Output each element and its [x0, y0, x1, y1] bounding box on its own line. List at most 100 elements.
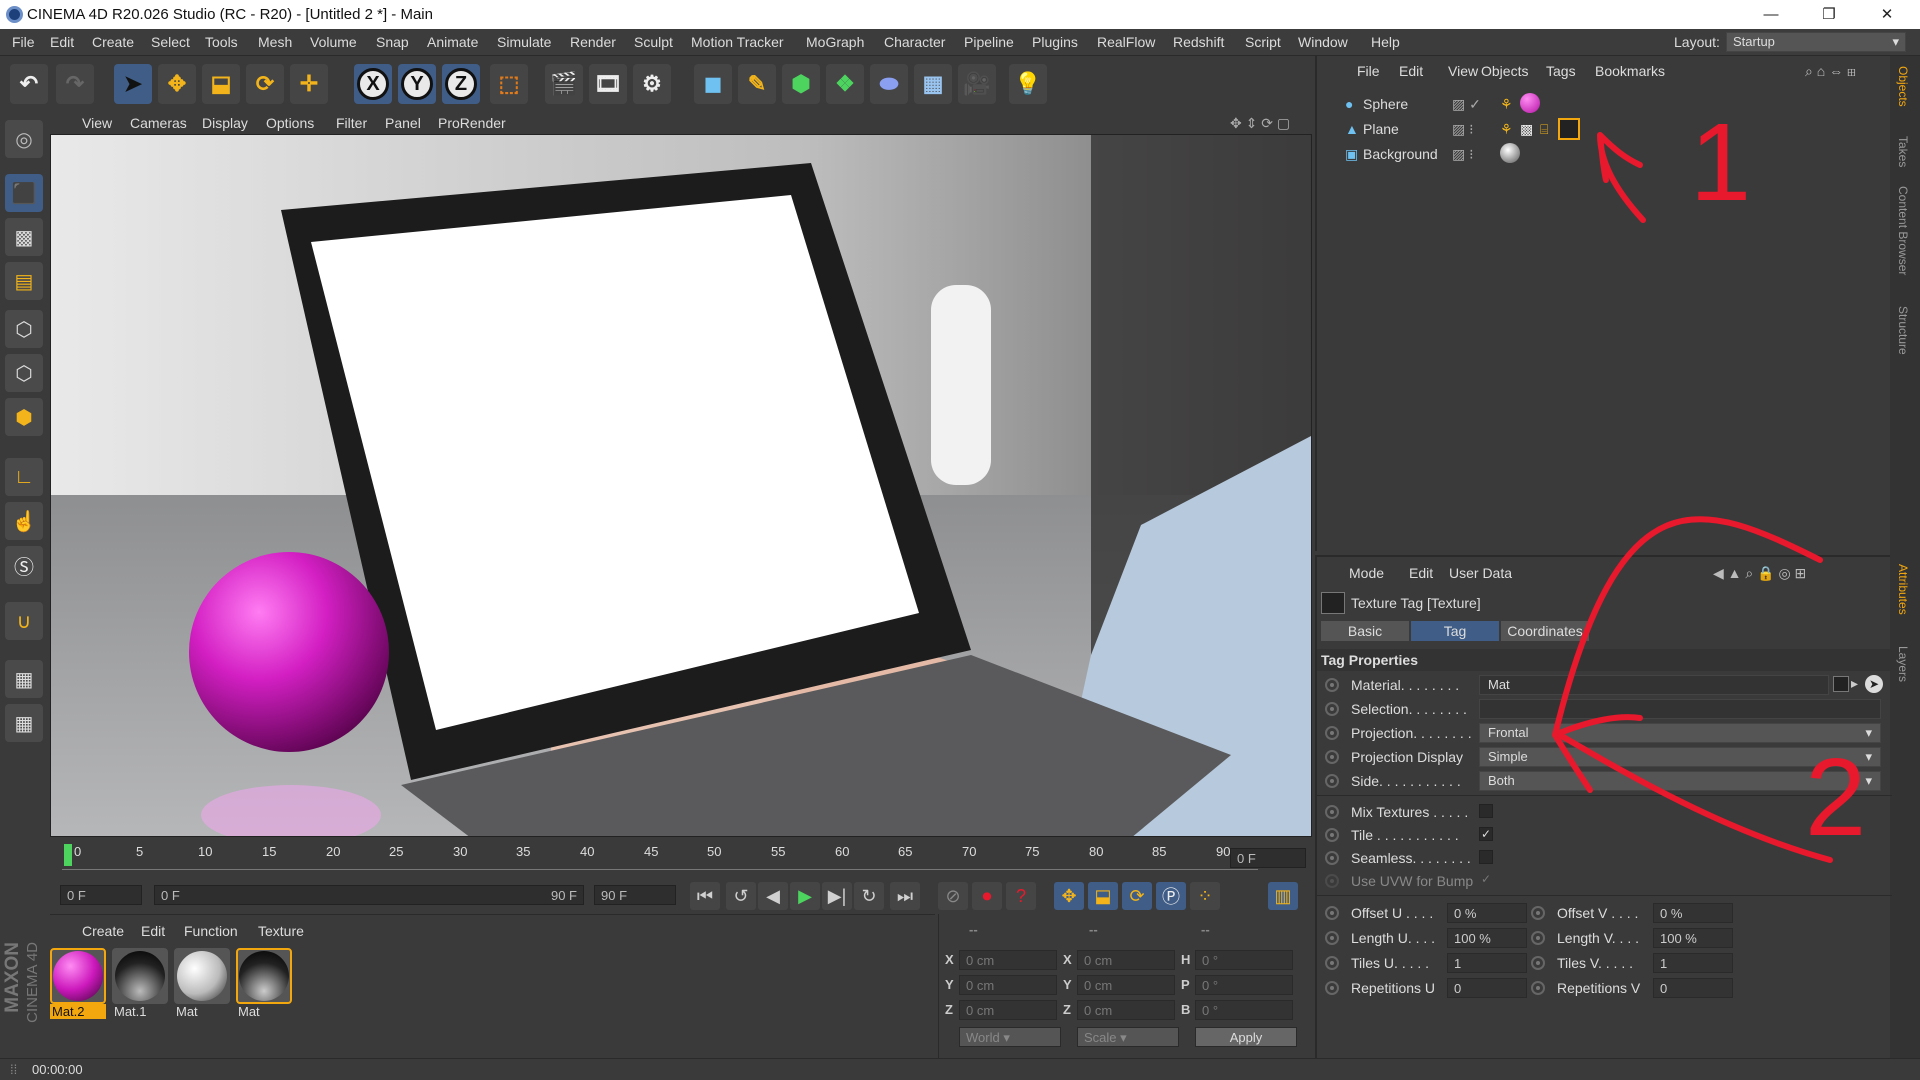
visibility-toggle-icon[interactable]: ▨ ⁝: [1452, 146, 1474, 163]
menu-edit[interactable]: Edit: [50, 34, 74, 50]
key-pla-icon[interactable]: ⁘: [1190, 882, 1220, 910]
menu-sculpt[interactable]: Sculpt: [634, 34, 673, 50]
key-rotation-icon[interactable]: ⟳: [1122, 882, 1152, 910]
make-editable-icon[interactable]: ◎: [5, 120, 43, 158]
material-swatch[interactable]: Mat.2: [50, 948, 106, 1020]
length-u-field[interactable]: 100 %: [1447, 928, 1527, 948]
tiles-u-field[interactable]: 1: [1447, 953, 1527, 973]
om-menu-file[interactable]: File: [1357, 63, 1380, 79]
magnet-icon[interactable]: ∪: [5, 602, 43, 640]
end-frame-field[interactable]: 90 F: [594, 885, 676, 905]
viewport-menu-view[interactable]: View: [82, 115, 112, 131]
link-pick-icon[interactable]: ➤: [1865, 675, 1883, 693]
animate-toggle-icon[interactable]: [1531, 956, 1545, 970]
side-tab-objects[interactable]: Objects: [1896, 66, 1910, 107]
render-settings-icon[interactable]: ⚙: [633, 64, 671, 104]
am-toolbar-icons[interactable]: ◀ ▲ ⌕ 🔒 ◎ ⊞: [1713, 565, 1806, 582]
animate-toggle-icon[interactable]: [1531, 931, 1545, 945]
seamless-checkbox[interactable]: [1479, 850, 1493, 864]
repetitions-v-field[interactable]: 0: [1653, 978, 1733, 998]
coordinate-mode-select[interactable]: World ▾: [959, 1027, 1061, 1047]
menu-script[interactable]: Script: [1245, 34, 1281, 50]
keyframe-selection-icon[interactable]: ⊘: [938, 882, 968, 910]
texture-tag-icon[interactable]: [1558, 118, 1580, 140]
edges-mode-icon[interactable]: ⬡: [5, 354, 43, 392]
previous-key-icon[interactable]: ↺: [726, 882, 756, 910]
frame-range-slider[interactable]: 0 F 90 F: [154, 885, 584, 905]
am-menu-mode[interactable]: Mode: [1349, 565, 1384, 581]
close-button[interactable]: ✕: [1858, 0, 1916, 29]
rotate-icon[interactable]: ⟳: [246, 64, 284, 104]
z-axis-button[interactable]: Z: [442, 64, 480, 104]
position-z-field[interactable]: 0 cm: [959, 1000, 1057, 1020]
playhead[interactable]: [64, 844, 72, 866]
scale-mode-select[interactable]: Scale ▾: [1077, 1027, 1179, 1047]
material-swatch[interactable]: Mat: [236, 948, 292, 1020]
projection-select[interactable]: Frontal ▾: [1479, 723, 1881, 743]
snap-icon[interactable]: Ⓢ: [5, 546, 43, 584]
rotation-b-field[interactable]: 0 °: [1195, 1000, 1293, 1020]
menu-mograph[interactable]: MoGraph: [806, 34, 864, 50]
workplane-lock-icon[interactable]: ▦: [5, 660, 43, 698]
size-x-field[interactable]: 0 cm: [1077, 950, 1175, 970]
phong-tag-icon[interactable]: ⚘: [1500, 96, 1513, 113]
viewport-nav-icons[interactable]: ✥ ⇕ ⟳ ▢: [1230, 115, 1290, 132]
render-view-icon[interactable]: 🎬: [545, 64, 583, 104]
menu-character[interactable]: Character: [884, 34, 945, 50]
light-icon[interactable]: 💡: [1009, 64, 1047, 104]
offset-u-field[interactable]: 0 %: [1447, 903, 1527, 923]
viewport-menu-options[interactable]: Options: [266, 115, 314, 131]
material-tag-icon[interactable]: [1520, 93, 1540, 113]
om-menu-tags[interactable]: Tags: [1546, 63, 1576, 79]
go-to-end-icon[interactable]: ⏭: [890, 882, 920, 910]
am-menu-user-data[interactable]: User Data: [1449, 565, 1512, 581]
viewport[interactable]: [50, 134, 1312, 837]
next-key-icon[interactable]: ↻: [854, 882, 884, 910]
object-row-sphere[interactable]: ● Sphere ▨ ✓ ⚘: [1317, 93, 1892, 118]
material-swatch[interactable]: Mat: [174, 948, 230, 1020]
menu-redshift[interactable]: Redshift: [1173, 34, 1224, 50]
polygons-mode-icon[interactable]: ⬢: [5, 398, 43, 436]
key-scale-icon[interactable]: ⬓: [1088, 882, 1118, 910]
axis-mode-icon[interactable]: ∟: [5, 458, 43, 496]
tab-basic[interactable]: Basic: [1321, 621, 1409, 641]
material-menu-create[interactable]: Create: [82, 923, 124, 939]
undo-icon[interactable]: ↶: [10, 64, 48, 104]
viewport-menu-prorender[interactable]: ProRender: [438, 115, 506, 131]
visibility-toggle-icon[interactable]: ▨ ⁝: [1452, 121, 1474, 138]
menu-pipeline[interactable]: Pipeline: [964, 34, 1014, 50]
menu-plugins[interactable]: Plugins: [1032, 34, 1078, 50]
side-select[interactable]: Both ▾: [1479, 771, 1881, 791]
scale-icon[interactable]: ⬓: [202, 64, 240, 104]
key-position-icon[interactable]: ✥: [1054, 882, 1084, 910]
length-v-field[interactable]: 100 %: [1653, 928, 1733, 948]
record-icon[interactable]: ⏺: [972, 882, 1002, 910]
menu-snap[interactable]: Snap: [376, 34, 409, 50]
menu-simulate[interactable]: Simulate: [497, 34, 551, 50]
pen-icon[interactable]: ✎: [738, 64, 776, 104]
menu-window[interactable]: Window: [1298, 34, 1348, 50]
material-menu-texture[interactable]: Texture: [258, 923, 304, 939]
material-menu-function[interactable]: Function: [184, 923, 238, 939]
material-tag-icon[interactable]: [1500, 143, 1520, 163]
timeline-window-icon[interactable]: ▥: [1268, 882, 1298, 910]
previous-frame-icon[interactable]: ◀: [758, 882, 788, 910]
animate-toggle-icon[interactable]: [1325, 906, 1339, 920]
tab-tag[interactable]: Tag: [1411, 621, 1499, 641]
menu-file[interactable]: File: [12, 34, 35, 50]
side-tab-content-browser[interactable]: Content Browser: [1896, 186, 1910, 275]
menu-animate[interactable]: Animate: [427, 34, 478, 50]
menu-volume[interactable]: Volume: [310, 34, 357, 50]
menu-select[interactable]: Select: [151, 34, 190, 50]
side-tab-takes[interactable]: Takes: [1896, 136, 1910, 167]
checker-tag-icon[interactable]: ▩: [1520, 121, 1533, 138]
animate-toggle-icon[interactable]: [1531, 906, 1545, 920]
visibility-toggle-icon[interactable]: ▨ ✓: [1452, 96, 1481, 113]
next-frame-icon[interactable]: ▶|: [822, 882, 852, 910]
select-cursor-icon[interactable]: ➤: [114, 64, 152, 104]
viewport-menu-display[interactable]: Display: [202, 115, 248, 131]
material-swatch[interactable]: Mat.1: [112, 948, 168, 1020]
minimize-button[interactable]: —: [1742, 0, 1800, 29]
menu-realflow[interactable]: RealFlow: [1097, 34, 1155, 50]
rotation-p-field[interactable]: 0 °: [1195, 975, 1293, 995]
